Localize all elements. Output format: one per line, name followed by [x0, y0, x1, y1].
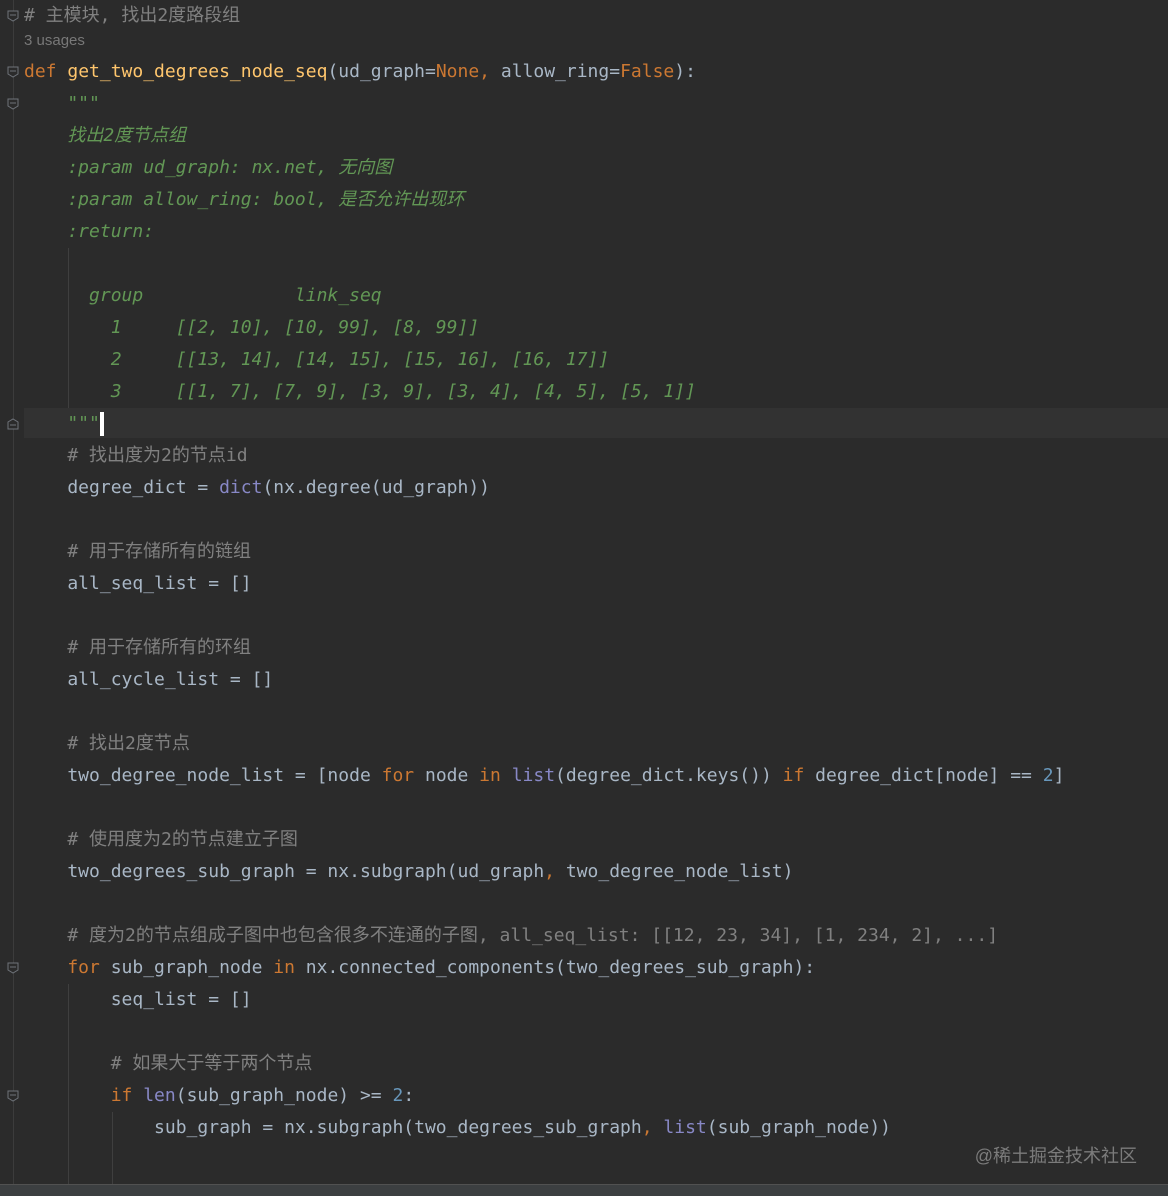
- code-line[interactable]: two_degrees_sub_graph = nx.subgraph(ud_g…: [24, 856, 793, 888]
- fold-toggle-icon[interactable]: [7, 66, 19, 78]
- code-token: nx.connected_components(two_degrees_sub_…: [305, 957, 816, 978]
- code-token: ]: [1053, 765, 1065, 786]
- fold-toggle-icon[interactable]: [7, 1090, 19, 1102]
- code-line[interactable]: seq_list = []: [24, 984, 252, 1016]
- code-token: all_cycle_list = []: [24, 669, 274, 690]
- code-token: ,: [641, 1117, 664, 1138]
- code-token: sub_graph_node: [110, 957, 274, 978]
- code-token: in: [479, 765, 512, 786]
- code-token: def: [24, 61, 68, 82]
- code-token: # 如果大于等于两个节点: [24, 1053, 313, 1074]
- fold-toggle-icon[interactable]: [7, 98, 19, 110]
- code-line[interactable]: # 找出2度节点: [24, 728, 190, 760]
- code-line[interactable]: :return:: [24, 216, 154, 248]
- code-token: sub_graph = nx.subgraph(two_degrees_sub_…: [24, 1117, 642, 1138]
- code-token: ,: [544, 861, 566, 882]
- code-line[interactable]: 3 usages: [24, 24, 85, 56]
- code-token: 2: [392, 1085, 404, 1106]
- code-token: len: [143, 1085, 176, 1106]
- code-token: # 找出度为2的节点id: [24, 445, 248, 466]
- code-token: :param allow_ring: bool, 是否允许出现环: [24, 189, 465, 210]
- code-line[interactable]: 1 [[2, 10], [10, 99], [8, 99]]: [24, 312, 479, 344]
- code-line[interactable]: # 如果大于等于两个节点: [24, 1048, 313, 1080]
- code-line[interactable]: degree_dict = dict(nx.degree(ud_graph)): [24, 472, 490, 504]
- code-token: # 找出2度节点: [24, 733, 190, 754]
- code-token: dict: [219, 477, 263, 498]
- code-line[interactable]: 2 [[13, 14], [14, 15], [15, 16], [16, 17…: [24, 344, 610, 376]
- code-token: 2 [[13, 14], [14, 15], [15, 16], [16, 17…: [24, 349, 610, 370]
- code-token: # 用于存储所有的环组: [24, 637, 252, 658]
- code-token: :: [403, 1085, 415, 1106]
- code-token: if: [24, 1085, 144, 1106]
- horizontal-scrollbar[interactable]: [0, 1184, 1168, 1196]
- code-line[interactable]: # 度为2的节点组成子图中也包含很多不连通的子图, all_seq_list: …: [24, 920, 998, 952]
- fold-toggle-icon[interactable]: [7, 10, 19, 22]
- code-token: group link_seq: [24, 285, 382, 306]
- code-line[interactable]: group link_seq: [24, 280, 382, 312]
- code-token: all_seq_list = []: [24, 573, 252, 594]
- code-token: (sub_graph_node)): [706, 1117, 891, 1138]
- code-token: two_degree_node_list): [565, 861, 794, 882]
- text-caret: [100, 412, 104, 436]
- code-token: (nx.degree(ud_graph)): [262, 477, 491, 498]
- code-token: node: [424, 765, 480, 786]
- fold-end-icon[interactable]: [7, 418, 19, 430]
- code-token: if: [782, 765, 816, 786]
- code-line[interactable]: sub_graph = nx.subgraph(two_degrees_sub_…: [24, 1112, 891, 1144]
- code-line[interactable]: def get_two_degrees_node_seq(ud_graph=No…: [24, 56, 696, 88]
- usages-hint[interactable]: 3 usages: [24, 32, 85, 49]
- code-token: # 使用度为2的节点建立子图: [24, 829, 298, 850]
- code-token: get_two_degrees_node_seq: [67, 61, 328, 82]
- code-token: :return:: [24, 221, 155, 242]
- code-token: 找出2度节点组: [24, 125, 187, 146]
- code-line[interactable]: 找出2度节点组: [24, 120, 186, 152]
- code-token: 2: [1042, 765, 1054, 786]
- code-line[interactable]: if len(sub_graph_node) >= 2:: [24, 1080, 414, 1112]
- code-token: (degree_dict.keys()): [555, 765, 783, 786]
- code-token: """: [24, 413, 100, 434]
- code-token: for: [381, 765, 425, 786]
- code-token: # 度为2的节点组成子图中也包含很多不连通的子图, all_seq_list: …: [24, 925, 999, 946]
- code-token: seq_list = []: [24, 989, 252, 1010]
- code-token: 3 [[1, 7], [7, 9], [3, 9], [3, 4], [4, 5…: [24, 381, 696, 402]
- code-token: 1 [[2, 10], [10, 99], [8, 99]]: [24, 317, 480, 338]
- code-token: for: [24, 957, 111, 978]
- code-line[interactable]: # 用于存储所有的链组: [24, 536, 251, 568]
- code-line[interactable]: # 找出度为2的节点id: [24, 440, 248, 472]
- code-line[interactable]: for sub_graph_node in nx.connected_compo…: [24, 952, 815, 984]
- code-line[interactable]: 3 [[1, 7], [7, 9], [3, 9], [3, 4], [4, 5…: [24, 376, 696, 408]
- code-token: list: [511, 765, 556, 786]
- watermark: @稀土掘金技术社区: [974, 1146, 1137, 1166]
- code-token: :param ud_graph: nx.net, 无向图: [24, 157, 393, 178]
- code-line[interactable]: # 用于存储所有的环组: [24, 632, 251, 664]
- code-line[interactable]: :param ud_graph: nx.net, 无向图: [24, 152, 392, 184]
- code-token: None,: [435, 61, 501, 82]
- current-line-highlight: [24, 408, 1168, 438]
- code-token: # 主模块, 找出2度路段组: [24, 5, 241, 26]
- code-token: (ud_graph=: [327, 61, 436, 82]
- code-token: two_degrees_sub_graph = nx.subgraph(ud_g…: [24, 861, 545, 882]
- code-token: False: [620, 61, 675, 82]
- code-token: # 用于存储所有的链组: [24, 541, 252, 562]
- code-line[interactable]: all_seq_list = []: [24, 568, 252, 600]
- code-token: """: [24, 93, 100, 114]
- code-token: ):: [674, 61, 696, 82]
- code-token: degree_dict =: [24, 477, 220, 498]
- code-token: in: [273, 957, 306, 978]
- fold-toggle-icon[interactable]: [7, 962, 19, 974]
- gutter-divider: [13, 0, 14, 1196]
- code-token: two_degree_node_list = [node: [24, 765, 382, 786]
- code-line[interactable]: """: [24, 408, 100, 440]
- code-token: degree_dict[node] ==: [815, 765, 1043, 786]
- code-token: list: [663, 1117, 707, 1138]
- code-line[interactable]: :param allow_ring: bool, 是否允许出现环: [24, 184, 464, 216]
- code-token: (sub_graph_node) >=: [175, 1085, 393, 1106]
- code-editor[interactable]: # 主模块, 找出2度路段组 3 usages def get_two_degree…: [0, 0, 1168, 1196]
- code-line[interactable]: # 使用度为2的节点建立子图: [24, 824, 298, 856]
- code-line[interactable]: all_cycle_list = []: [24, 664, 273, 696]
- code-token: allow_ring=: [500, 61, 621, 82]
- code-line[interactable]: """: [24, 88, 100, 120]
- code-line[interactable]: two_degree_node_list = [node for node in…: [24, 760, 1064, 792]
